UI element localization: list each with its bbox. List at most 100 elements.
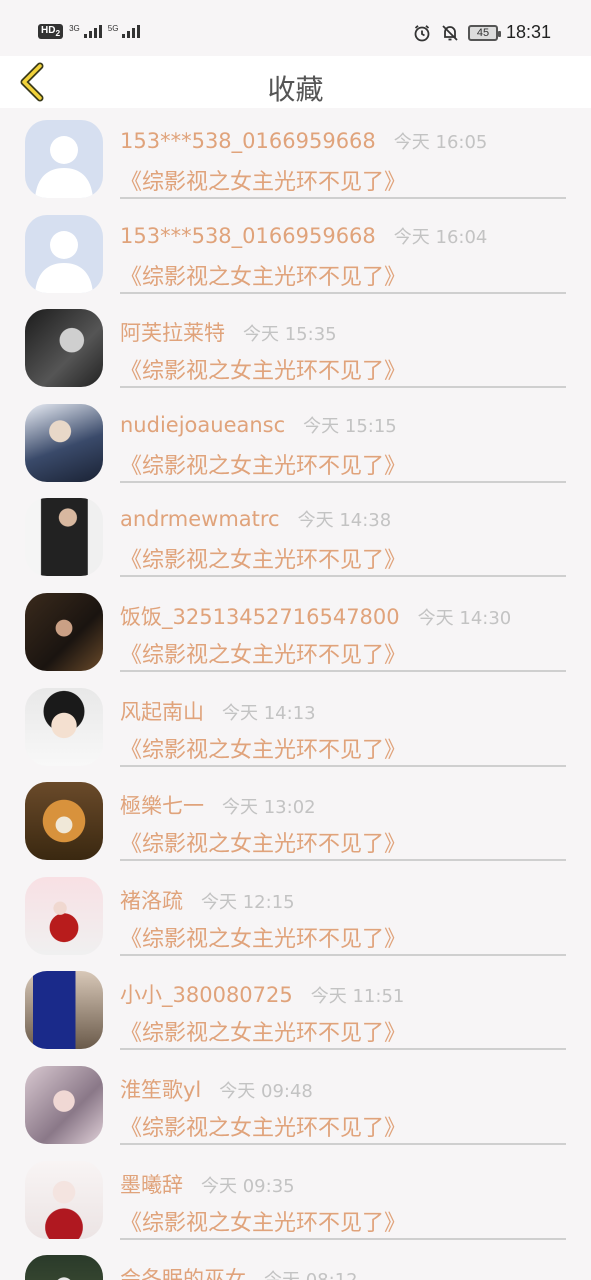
book-title[interactable]: 《综影视之女主光环不见了》	[120, 1205, 406, 1237]
battery-icon: 45	[467, 24, 501, 41]
user-name[interactable]: 饭饭_32513452716547800	[120, 601, 400, 631]
book-title[interactable]: 《综影视之女主光环不见了》	[120, 164, 406, 196]
default-user-icon	[35, 136, 93, 198]
network-indicators: HD2 3G 5G	[38, 24, 141, 39]
user-name[interactable]: 小小_380080725	[120, 979, 293, 1009]
divider	[120, 764, 566, 767]
book-title[interactable]: 《综影视之女主光环不见了》	[120, 826, 406, 858]
list-item[interactable]: 極樂七一 今天 13:02 《综影视之女主光环不见了》	[0, 770, 591, 865]
book-title[interactable]: 《综影视之女主光环不见了》	[120, 353, 406, 385]
divider	[120, 1142, 566, 1145]
list-item[interactable]: 小小_380080725 今天 11:51 《综影视之女主光环不见了》	[0, 959, 591, 1054]
mute-bell-icon	[440, 23, 460, 43]
user-name[interactable]: 153***538_0166959668	[120, 129, 376, 153]
name-line: 極樂七一 今天 13:02	[120, 790, 316, 820]
clock: 18:31	[505, 22, 551, 42]
signal-5g-label: 5G	[107, 24, 119, 33]
avatar[interactable]	[25, 498, 103, 577]
user-name[interactable]: 淮笙歌yl	[120, 1074, 201, 1104]
favorite-time: 今天 15:35	[243, 324, 337, 346]
avatar[interactable]	[25, 214, 103, 293]
name-line: 阿芙拉莱特 今天 15:35	[120, 317, 337, 347]
divider	[120, 197, 566, 199]
favorite-time: 今天 14:38	[297, 510, 392, 532]
user-name[interactable]: 会冬眠的巫女	[120, 1263, 246, 1280]
book-title[interactable]: 《综影视之女主光环不见了》	[120, 1110, 406, 1142]
book-title[interactable]: 《综影视之女主光环不见了》	[120, 637, 406, 669]
list-item[interactable]: andrmewmatrc 今天 14:38 《综影视之女主光环不见了》	[0, 486, 591, 581]
hd-volte-icon: HD2	[38, 24, 64, 39]
favorite-time: 今天 12:15	[201, 891, 295, 913]
list-item[interactable]: 墨曦辞 今天 09:35 《综影视之女主光环不见了》	[0, 1149, 591, 1244]
battery-level: 45	[476, 26, 490, 39]
divider	[120, 291, 566, 294]
list-item[interactable]: 153***538_0166959668 今天 16:05 《综影视之女主光环不见了…	[0, 108, 591, 203]
avatar[interactable]	[25, 120, 103, 198]
avatar[interactable]	[25, 309, 103, 388]
avatar[interactable]	[25, 876, 103, 955]
book-title[interactable]: 《综影视之女主光环不见了》	[120, 1015, 406, 1047]
avatar[interactable]	[25, 592, 103, 671]
name-line: 会冬眠的巫女 今天 08:12	[120, 1263, 358, 1280]
list-item[interactable]: 饭饭_32513452716547800 今天 14:30 《综影视之女主光环不见了…	[0, 581, 591, 676]
name-line: 小小_380080725 今天 11:51	[120, 979, 404, 1009]
favorite-time: 今天 15:15	[303, 415, 397, 437]
divider	[120, 669, 566, 672]
user-name[interactable]: andrmewmatrc	[120, 507, 280, 531]
book-title[interactable]: 《综影视之女主光环不见了》	[120, 732, 406, 764]
book-title[interactable]: 《综影视之女主光环不见了》	[120, 448, 406, 480]
divider	[120, 859, 566, 862]
favorite-time: 今天 14:13	[222, 702, 316, 724]
list-item[interactable]: 会冬眠的巫女今天 08:12《综影视之女主光环不见了》	[0, 1243, 591, 1280]
signal-3g-label: 3G	[69, 24, 80, 33]
avatar[interactable]	[25, 403, 103, 482]
default-user-icon	[35, 230, 93, 293]
favorite-time: 今天 14:30	[417, 607, 512, 629]
name-line: 褚洛疏 今天 12:15	[120, 885, 295, 915]
favorite-time: 今天 11:51	[310, 986, 405, 1008]
name-line: 153***538_0166959668 今天 16:04	[120, 223, 487, 249]
avatar[interactable]	[25, 971, 103, 1050]
divider	[120, 953, 566, 956]
book-title[interactable]: 《综影视之女主光环不见了》	[120, 542, 406, 574]
list-item[interactable]: nudiejoaueansc 今天 15:15 《综影视之女主光环不见了》	[0, 392, 591, 487]
list-item[interactable]: 风起南山 今天 14:13 《综影视之女主光环不见了》	[0, 676, 591, 771]
avatar[interactable]	[25, 782, 103, 861]
favorites-list: 153***538_0166959668 今天 16:05 《综影视之女主光环不见了…	[0, 108, 591, 1280]
page-title: 收藏	[267, 73, 324, 106]
signal-5g-icon: 5G	[108, 25, 141, 38]
user-name[interactable]: 153***538_0166959668	[120, 224, 376, 248]
user-name[interactable]: 风起南山	[120, 696, 204, 726]
user-name[interactable]: 褚洛疏	[120, 885, 183, 915]
list-item[interactable]: 褚洛疏 今天 12:15 《综影视之女主光环不见了》	[0, 865, 591, 960]
name-line: 153***538_0166959668 今天 16:05	[120, 128, 487, 154]
book-title[interactable]: 《综影视之女主光环不见了》	[120, 921, 406, 953]
book-title[interactable]: 《综影视之女主光环不见了》	[120, 259, 406, 291]
user-name[interactable]: nudiejoaueansc	[120, 413, 285, 437]
divider	[120, 1048, 566, 1051]
user-name[interactable]: 極樂七一	[120, 790, 204, 820]
user-name[interactable]: 阿芙拉莱特	[120, 317, 225, 347]
favorite-time: 今天 13:02	[222, 797, 316, 819]
avatar[interactable]	[25, 687, 103, 766]
name-line: nudiejoaueansc 今天 15:15	[120, 412, 397, 438]
avatar[interactable]	[25, 1160, 103, 1239]
alarm-icon	[412, 23, 432, 43]
header-bar: 收藏	[0, 56, 591, 108]
list-item[interactable]: 阿芙拉莱特 今天 15:35 《综影视之女主光环不见了》	[0, 297, 591, 392]
favorite-time: 今天 16:05	[393, 132, 488, 153]
divider	[120, 480, 566, 483]
list-item[interactable]: 淮笙歌yl 今天 09:48 《综影视之女主光环不见了》	[0, 1054, 591, 1149]
divider	[120, 575, 566, 578]
avatar[interactable]	[25, 1065, 103, 1144]
status-right: 45 18:31	[412, 22, 551, 43]
user-name[interactable]: 墨曦辞	[120, 1169, 183, 1199]
signal-3g-icon: 3G	[69, 25, 102, 38]
favorite-time: 今天 16:04	[393, 226, 488, 248]
favorite-time: 今天 09:48	[219, 1080, 313, 1102]
favorite-time: 今天 09:35	[201, 1175, 295, 1197]
avatar[interactable]	[25, 1255, 103, 1280]
status-bar: HD2 3G 5G 45 18:31	[0, 0, 591, 56]
name-line: andrmewmatrc 今天 14:38	[120, 506, 391, 532]
list-item[interactable]: 153***538_0166959668 今天 16:04 《综影视之女主光环不见了…	[0, 203, 591, 298]
